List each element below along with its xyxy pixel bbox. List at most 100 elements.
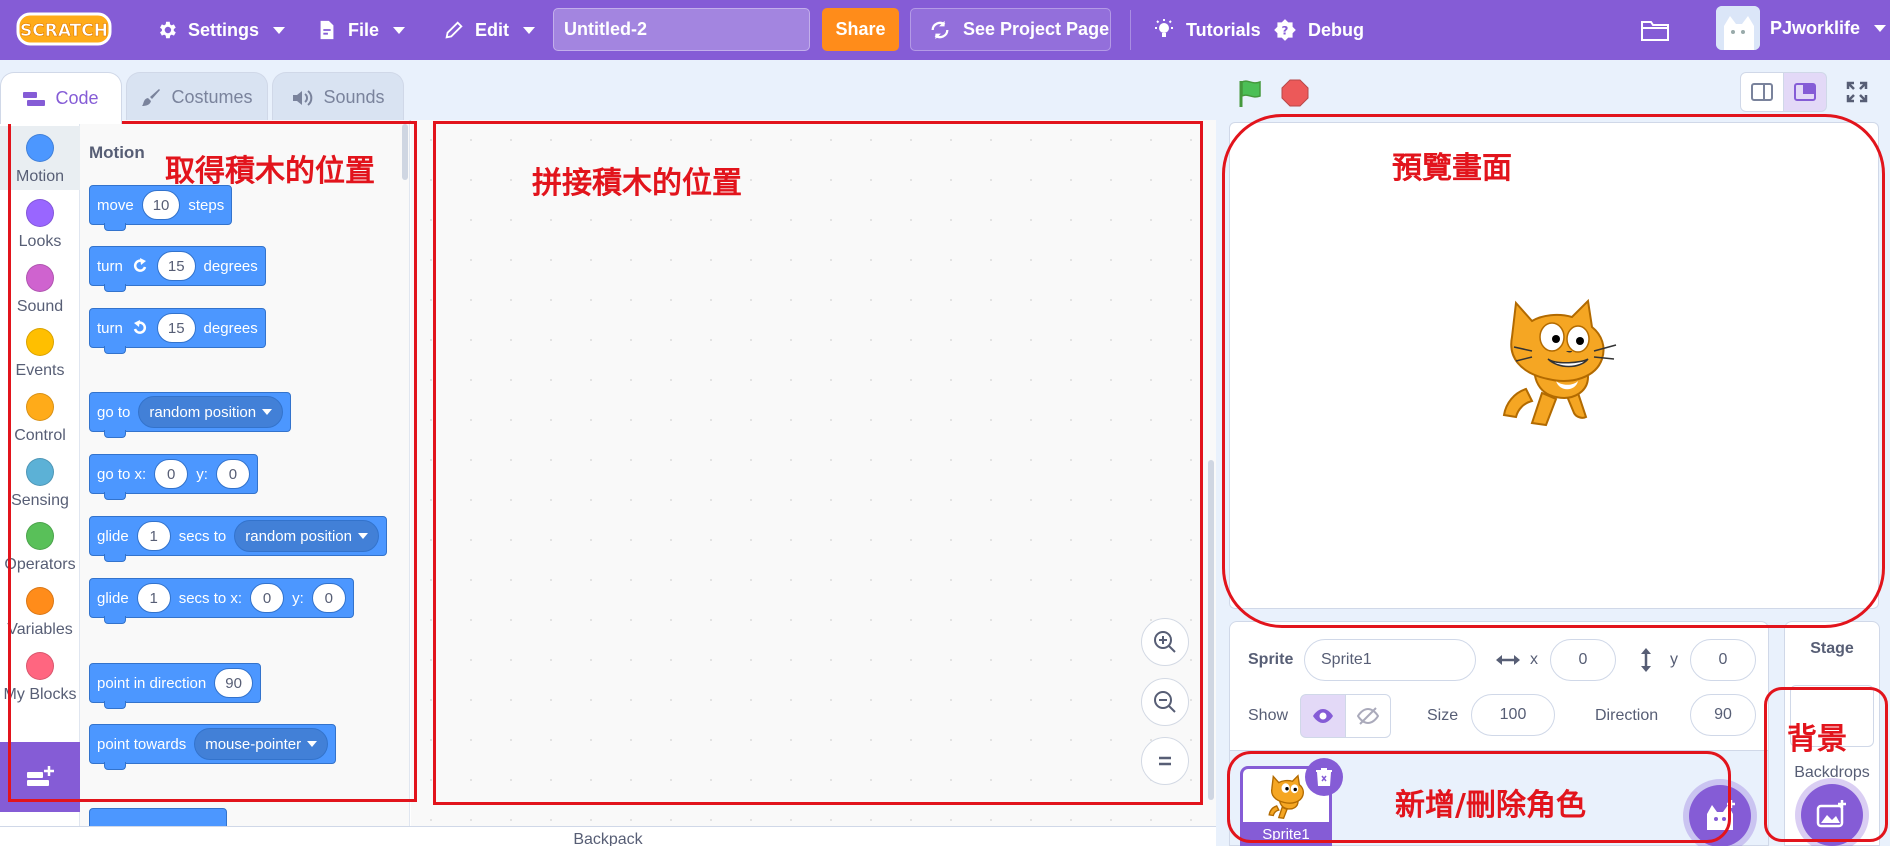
scratch-logo[interactable]: SCRATCH: [16, 10, 112, 48]
category-variables[interactable]: Variables: [0, 579, 80, 643]
settings-menu[interactable]: Settings: [156, 0, 286, 60]
stop-button[interactable]: [1280, 78, 1310, 113]
sprite-name-input[interactable]: Sprite1: [1304, 639, 1476, 681]
lightbulb-icon: [1155, 19, 1173, 37]
fullscreen-button[interactable]: [1835, 72, 1879, 112]
block-point-towards[interactable]: point towards mouse-pointer: [89, 724, 337, 770]
backpack-header[interactable]: Backpack: [0, 826, 1216, 846]
x-label: x: [1530, 651, 1538, 668]
palette-scrollbar[interactable]: [402, 124, 408, 180]
cat-sprite-icon[interactable]: [1486, 293, 1626, 433]
svg-text:?: ?: [1282, 23, 1289, 37]
tutorials-button[interactable]: Tutorials: [1152, 0, 1261, 60]
block-input[interactable]: 0: [215, 459, 250, 489]
block-text: steps: [188, 196, 225, 214]
show-sprite-button[interactable]: [1300, 694, 1346, 738]
horizontal-arrows-icon: [1496, 655, 1520, 665]
normal-stage-button[interactable]: [1783, 72, 1827, 112]
category-label: My Blocks: [3, 686, 77, 703]
block-text: secs to: [178, 527, 227, 545]
y-input[interactable]: 0: [1690, 639, 1756, 681]
category-looks[interactable]: Looks: [0, 191, 80, 255]
annotation-backdrop-text: 背景: [1787, 722, 1847, 757]
block-input[interactable]: 0: [154, 459, 189, 489]
add-sprite-button[interactable]: [1689, 785, 1751, 846]
zoom-in-button[interactable]: [1141, 618, 1189, 666]
project-title-text: Untitled-2: [564, 19, 647, 39]
block-input[interactable]: 90: [214, 668, 253, 698]
category-motion[interactable]: Motion: [0, 126, 80, 190]
normal-stage-icon: [1794, 83, 1816, 101]
block-dropdown[interactable]: mouse-pointer: [194, 728, 329, 760]
block-glide-to-xy[interactable]: glide 1 secs to x: 0 y: 0: [89, 578, 354, 624]
direction-input[interactable]: 90: [1690, 694, 1756, 736]
sprite-name-label: Sprite: [1248, 651, 1294, 668]
cat-avatar-icon: [1716, 6, 1760, 50]
block-go-to[interactable]: go to random position: [89, 392, 292, 438]
my-stuff-button[interactable]: [1640, 0, 1670, 60]
block-input[interactable]: 1: [136, 521, 171, 551]
tab-code[interactable]: Code: [0, 72, 122, 124]
add-sprite-icon: [1707, 800, 1735, 830]
block-input[interactable]: 15: [156, 251, 196, 281]
delete-sprite-button[interactable]: [1305, 758, 1343, 796]
tab-sounds[interactable]: Sounds: [272, 72, 404, 122]
stage-canvas[interactable]: [1229, 122, 1879, 609]
share-button[interactable]: Share: [822, 8, 899, 51]
block-text: degrees: [203, 257, 258, 275]
block-input[interactable]: 0: [250, 583, 285, 613]
small-stage-button[interactable]: [1740, 72, 1784, 112]
block-turn-right[interactable]: turn 15 degrees: [89, 246, 266, 292]
block-input[interactable]: 10: [141, 190, 181, 220]
block-input[interactable]: 0: [311, 583, 346, 613]
zoom-out-button[interactable]: [1141, 678, 1189, 726]
category-dot: [26, 458, 54, 486]
menu-bar: SCRATCH Settings File Edit Untitled-2 Sh…: [0, 0, 1890, 60]
category-sensing[interactable]: Sensing: [0, 450, 80, 514]
dropdown-value: random position: [149, 403, 257, 421]
category-sound[interactable]: Sound: [0, 256, 80, 320]
chevron-down-icon: [523, 26, 535, 34]
annotation-workspace-text: 拼接積木的位置: [532, 166, 742, 201]
category-label: Looks: [18, 233, 62, 250]
block-move-steps[interactable]: move 10 steps: [89, 185, 233, 231]
workspace-scrollbar[interactable]: [1208, 460, 1214, 800]
x-input[interactable]: 0: [1550, 639, 1616, 681]
edit-menu[interactable]: Edit: [443, 0, 535, 60]
add-extension-button[interactable]: [0, 742, 80, 812]
block-point-in-direction[interactable]: point in direction 90: [89, 663, 261, 709]
block-glide-to[interactable]: glide 1 secs to random position: [89, 516, 387, 562]
hide-sprite-button[interactable]: [1345, 694, 1391, 738]
category-events[interactable]: Events: [0, 320, 80, 384]
block-dropdown[interactable]: random position: [138, 396, 284, 428]
green-flag-button[interactable]: [1236, 78, 1266, 113]
add-backdrop-button[interactable]: [1801, 784, 1863, 846]
category-operators[interactable]: Operators: [0, 514, 80, 578]
debug-button[interactable]: ? Debug: [1272, 0, 1364, 60]
project-title-input[interactable]: Untitled-2: [553, 8, 810, 51]
block-input[interactable]: 1: [136, 583, 171, 613]
tab-costumes-label: Costumes: [171, 87, 253, 107]
category-dot: [26, 134, 54, 162]
size-input[interactable]: 100: [1471, 694, 1555, 736]
block-turn-left[interactable]: turn 15 degrees: [89, 308, 266, 354]
stop-icon: [1281, 79, 1309, 107]
annotation-stage-text: 預覽畫面: [1392, 151, 1512, 186]
block-input[interactable]: 15: [156, 313, 196, 343]
see-project-page-button[interactable]: See Project Page: [910, 8, 1111, 51]
sprite-thumbnail-name: Sprite1: [1240, 822, 1332, 846]
account-menu[interactable]: PJworklife: [1716, 6, 1887, 50]
category-dot: [26, 652, 54, 680]
block-dropdown[interactable]: random position: [234, 520, 379, 552]
block-go-to-xy[interactable]: go to x: 0 y: 0: [89, 454, 258, 500]
speaker-icon: [293, 89, 313, 106]
zoom-reset-button[interactable]: [1141, 737, 1189, 785]
share-label: Share: [835, 19, 886, 39]
category-my-blocks[interactable]: My Blocks: [0, 644, 80, 708]
file-menu[interactable]: File: [316, 0, 406, 60]
script-workspace[interactable]: [411, 120, 1216, 826]
tab-costumes[interactable]: Costumes: [126, 72, 268, 122]
category-dot: [26, 199, 54, 227]
category-control[interactable]: Control: [0, 385, 80, 449]
tab-code-label: Code: [55, 88, 99, 108]
